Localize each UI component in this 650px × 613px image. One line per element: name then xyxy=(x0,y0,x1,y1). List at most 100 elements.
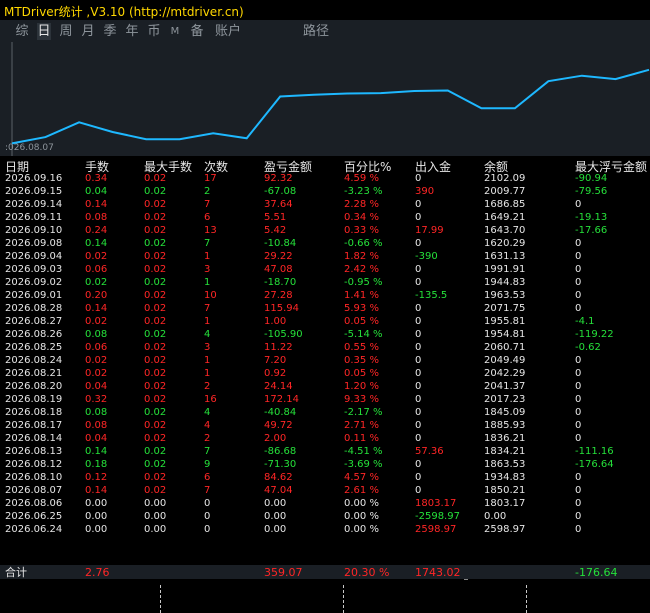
total-row: 合计 2.76 359.07 20.30 % 1743.02 -176.64 xyxy=(0,565,650,579)
table-cell: -10.84 xyxy=(264,238,297,249)
table-cell: 0.02 xyxy=(144,251,167,262)
table-cell: 0.02 xyxy=(144,303,167,314)
total-cell: 20.30 % xyxy=(344,566,390,579)
table-cell: 0.05 % xyxy=(344,316,379,327)
table-cell: 10 xyxy=(204,290,217,301)
table-cell: 0 xyxy=(415,277,422,288)
table-cell: 0 xyxy=(575,251,582,262)
table-cell: 7.20 xyxy=(264,355,287,366)
tab-0[interactable]: 综 xyxy=(15,23,29,40)
table-cell: -90.94 xyxy=(575,173,608,184)
table-cell: 0 xyxy=(575,381,582,392)
table-cell: 0 xyxy=(415,407,422,418)
table-cell: -40.84 xyxy=(264,407,297,418)
table-cell: 1934.83 xyxy=(484,472,526,483)
table-row[interactable]: 2026.08.14 0.04 0.02 2 2.00 0.11 % 0 1836.21 0 xyxy=(0,432,650,445)
tab-10[interactable]: 路径 xyxy=(302,23,330,40)
table-cell: -2.17 % xyxy=(344,407,383,418)
table-row[interactable]: 2026.09.14 0.14 0.02 7 37.64 2.28 % 0 1686.85 0 xyxy=(0,198,650,211)
table-cell: 1 xyxy=(204,368,211,379)
table-cell: 2026.08.25 xyxy=(5,342,63,353)
table-cell: 0.02 xyxy=(144,186,167,197)
table-cell: 1954.81 xyxy=(484,329,526,340)
table-cell: 0.00 xyxy=(144,524,167,535)
table-row[interactable]: 2026.08.06 0.00 0.00 0 0.00 0.00 % 1803.17 1803… xyxy=(0,497,650,510)
tab-8[interactable]: 备 xyxy=(190,23,204,40)
table-cell: 0.55 % xyxy=(344,342,379,353)
table-row[interactable]: 2026.08.21 0.02 0.02 1 0.92 0.05 % 0 2042.29 0 xyxy=(0,367,650,380)
table-cell: 2.00 xyxy=(264,433,287,444)
table-row[interactable]: 2026.08.27 0.02 0.02 1 1.00 0.05 % 0 1955.81 -4.… xyxy=(0,315,650,328)
table-cell: 0 xyxy=(415,212,422,223)
table-cell: -3.23 % xyxy=(344,186,383,197)
table-cell: 2026.08.17 xyxy=(5,420,63,431)
table-cell: 0.02 xyxy=(144,290,167,301)
tab-9[interactable]: 账户 xyxy=(214,23,242,40)
table-row[interactable]: 2026.09.02 0.02 0.02 1 -18.70 -0.95 % 0 1944.83… xyxy=(0,276,650,289)
table-cell: 5.93 % xyxy=(344,303,379,314)
table-cell: 7 xyxy=(204,446,211,457)
table-row[interactable]: 2026.09.15 0.04 0.02 2 -67.08 -3.23 % 390 2009.… xyxy=(0,185,650,198)
tab-7[interactable]: M xyxy=(169,23,181,40)
table-cell: -105.90 xyxy=(264,329,303,340)
table-cell: 0.14 xyxy=(85,238,108,249)
table-cell: 0 xyxy=(575,355,582,366)
table-cell: 2026.08.19 xyxy=(5,394,63,405)
table-cell: 9 xyxy=(204,459,211,470)
tab-4[interactable]: 季 xyxy=(103,23,117,40)
table-row[interactable]: 2026.09.16 0.34 0.02 17 92.32 4.59 % 0 2102.09 -… xyxy=(0,172,650,185)
table-cell: 0.02 xyxy=(144,212,167,223)
table-cell: 0.02 xyxy=(144,472,167,483)
table-cell: 49.72 xyxy=(264,420,293,431)
tab-3[interactable]: 月 xyxy=(81,23,95,40)
table-row[interactable]: 2026.09.03 0.06 0.02 3 47.08 2.42 % 0 1991.91 0 xyxy=(0,263,650,276)
table-cell: 13 xyxy=(204,225,217,236)
table-cell: 1850.21 xyxy=(484,485,526,496)
table-cell: 4 xyxy=(204,329,211,340)
table-cell: 0.02 xyxy=(85,251,108,262)
table-row[interactable]: 2026.08.19 0.32 0.02 16 172.14 9.33 % 0 2017.23… xyxy=(0,393,650,406)
table-row[interactable]: 2026.08.28 0.14 0.02 7 115.94 5.93 % 0 2071.75 0 xyxy=(0,302,650,315)
table-cell: 0.02 xyxy=(144,381,167,392)
table-row[interactable]: 2026.08.18 0.08 0.02 4 -40.84 -2.17 % 0 1845.09… xyxy=(0,406,650,419)
table-row[interactable]: 2026.06.25 0.00 0.00 0 0.00 0.00 % -2598.97 0.0… xyxy=(0,510,650,523)
total-cell: 2.76 xyxy=(85,566,110,579)
table-cell: 2.71 % xyxy=(344,420,379,431)
table-row[interactable]: 2026.08.12 0.18 0.02 9 -71.30 -3.69 % 0 1863.53… xyxy=(0,458,650,471)
table-row[interactable]: 2026.09.08 0.14 0.02 7 -10.84 -0.66 % 0 1620.29… xyxy=(0,237,650,250)
table-cell: 2026.09.01 xyxy=(5,290,63,301)
table-cell: 1834.21 xyxy=(484,446,526,457)
total-cell: 359.07 xyxy=(264,566,303,579)
table-row[interactable]: 2026.08.24 0.02 0.02 1 7.20 0.35 % 0 2049.49 0 xyxy=(0,354,650,367)
table-cell: 1 xyxy=(204,316,211,327)
tab-1[interactable]: 日 xyxy=(37,23,51,40)
table-row[interactable]: 2026.08.25 0.06 0.02 3 11.22 0.55 % 0 2060.71 -0… xyxy=(0,341,650,354)
table-row[interactable]: 2026.08.10 0.12 0.02 6 84.62 4.57 % 0 1934.83 0 xyxy=(0,471,650,484)
table-row[interactable]: 2026.08.13 0.14 0.02 7 -86.68 -4.51 % 57.36 183… xyxy=(0,445,650,458)
table-cell: 0 xyxy=(415,459,422,470)
table-cell: 0 xyxy=(415,264,422,275)
table-cell: 11.22 xyxy=(264,342,293,353)
table-row[interactable]: 2026.08.20 0.04 0.02 2 24.14 1.20 % 0 2041.37 0 xyxy=(0,380,650,393)
table-cell: 0.02 xyxy=(144,485,167,496)
table-row[interactable]: 2026.09.04 0.02 0.02 1 29.22 1.82 % -390 1631.1… xyxy=(0,250,650,263)
table-cell: 0.00 xyxy=(144,511,167,522)
table-row[interactable]: 2026.08.17 0.08 0.02 4 49.72 2.71 % 0 1885.93 0 xyxy=(0,419,650,432)
table-cell: 0 xyxy=(415,485,422,496)
tab-2[interactable]: 周 xyxy=(59,23,73,40)
table-row[interactable]: 2026.08.26 0.08 0.02 4 -105.90 -5.14 % 0 1954.8… xyxy=(0,328,650,341)
table-cell: 5.51 xyxy=(264,212,287,223)
table-header: 日期 手数 最大手数 次数 盈亏金额 百分比% 出入金 余额 最大浮亏金额 xyxy=(0,157,650,174)
tab-6[interactable]: 币 xyxy=(147,23,161,40)
table-cell: 2.61 % xyxy=(344,485,379,496)
table-cell: 0.00 xyxy=(264,511,287,522)
table-row[interactable]: 2026.09.11 0.08 0.02 6 5.51 0.34 % 0 1649.21 -19… xyxy=(0,211,650,224)
table-cell: -19.13 xyxy=(575,212,608,223)
table-row[interactable]: 2026.08.07 0.14 0.02 7 47.04 2.61 % 0 1850.21 0 xyxy=(0,484,650,497)
tab-5[interactable]: 年 xyxy=(125,23,139,40)
table-cell: 6 xyxy=(204,212,211,223)
table-row[interactable]: 2026.06.24 0.00 0.00 0 0.00 0.00 % 2598.97 2598… xyxy=(0,523,650,536)
table-row[interactable]: 2026.09.01 0.20 0.02 10 27.28 1.41 % -135.5 196… xyxy=(0,289,650,302)
table-cell: 0 xyxy=(415,329,422,340)
table-row[interactable]: 2026.09.10 0.24 0.02 13 5.42 0.33 % 17.99 1643.… xyxy=(0,224,650,237)
